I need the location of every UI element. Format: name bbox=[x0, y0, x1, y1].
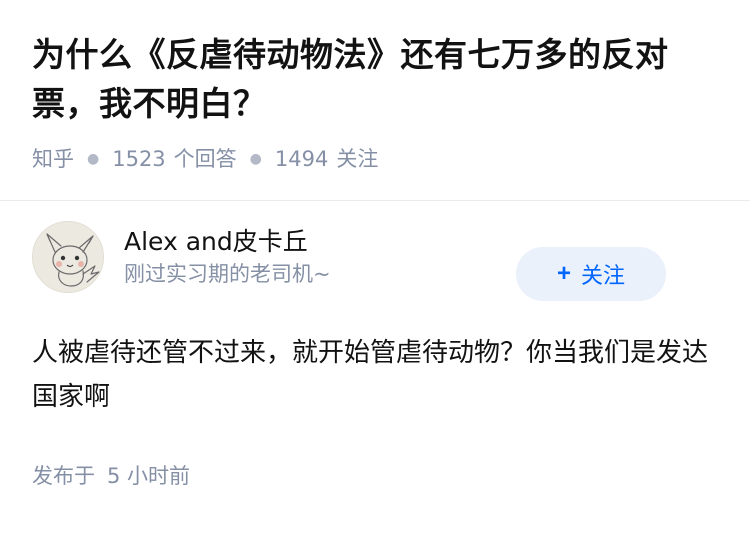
answer-count-label[interactable]: 个回答 bbox=[174, 144, 237, 174]
follow-button[interactable]: + 关注 bbox=[516, 247, 666, 301]
question-title[interactable]: 为什么《反虐待动物法》还有七万多的反对票，我不明白？ bbox=[32, 30, 718, 128]
answer-content[interactable]: 人被虐待还管不过来，就开始管虐待动物？你当我们是发达国家啊 bbox=[32, 331, 718, 419]
separator-dot-icon: ● bbox=[249, 151, 262, 167]
author-info: Alex and皮卡丘 刚过实习期的老司机~ bbox=[124, 225, 331, 289]
avatar[interactable] bbox=[32, 221, 104, 293]
published-prefix: 发布于 bbox=[32, 464, 95, 488]
answer-card: Alex and皮卡丘 刚过实习期的老司机~ + 关注 人被虐待还管不过来，就开… bbox=[0, 201, 750, 491]
published-time-value: 5 小时前 bbox=[107, 464, 191, 488]
question-meta: 知乎 ● 1523 个回答 ● 1494 关注 bbox=[32, 144, 718, 174]
published-time: 发布于 5 小时前 bbox=[32, 461, 718, 491]
follow-button-label: 关注 bbox=[581, 263, 626, 288]
zhihu-answer-page: 为什么《反虐待动物法》还有七万多的反对票，我不明白？ 知乎 ● 1523 个回答… bbox=[0, 0, 750, 538]
follower-count-label: 关注 bbox=[336, 147, 379, 171]
separator-dot-icon: ● bbox=[87, 151, 100, 167]
answer-count[interactable]: 1523 bbox=[112, 144, 165, 174]
author-name[interactable]: Alex and皮卡丘 bbox=[124, 225, 331, 259]
question-header: 为什么《反虐待动物法》还有七万多的反对票，我不明白？ 知乎 ● 1523 个回答… bbox=[0, 0, 750, 171]
author-row: Alex and皮卡丘 刚过实习期的老司机~ + 关注 bbox=[32, 201, 718, 313]
source-label[interactable]: 知乎 bbox=[32, 144, 74, 174]
plus-icon: + bbox=[556, 260, 571, 287]
author-bio: 刚过实习期的老司机~ bbox=[124, 262, 331, 286]
pikachu-sketch-avatar-icon bbox=[33, 222, 103, 292]
follower-count: 1494 bbox=[274, 147, 329, 171]
